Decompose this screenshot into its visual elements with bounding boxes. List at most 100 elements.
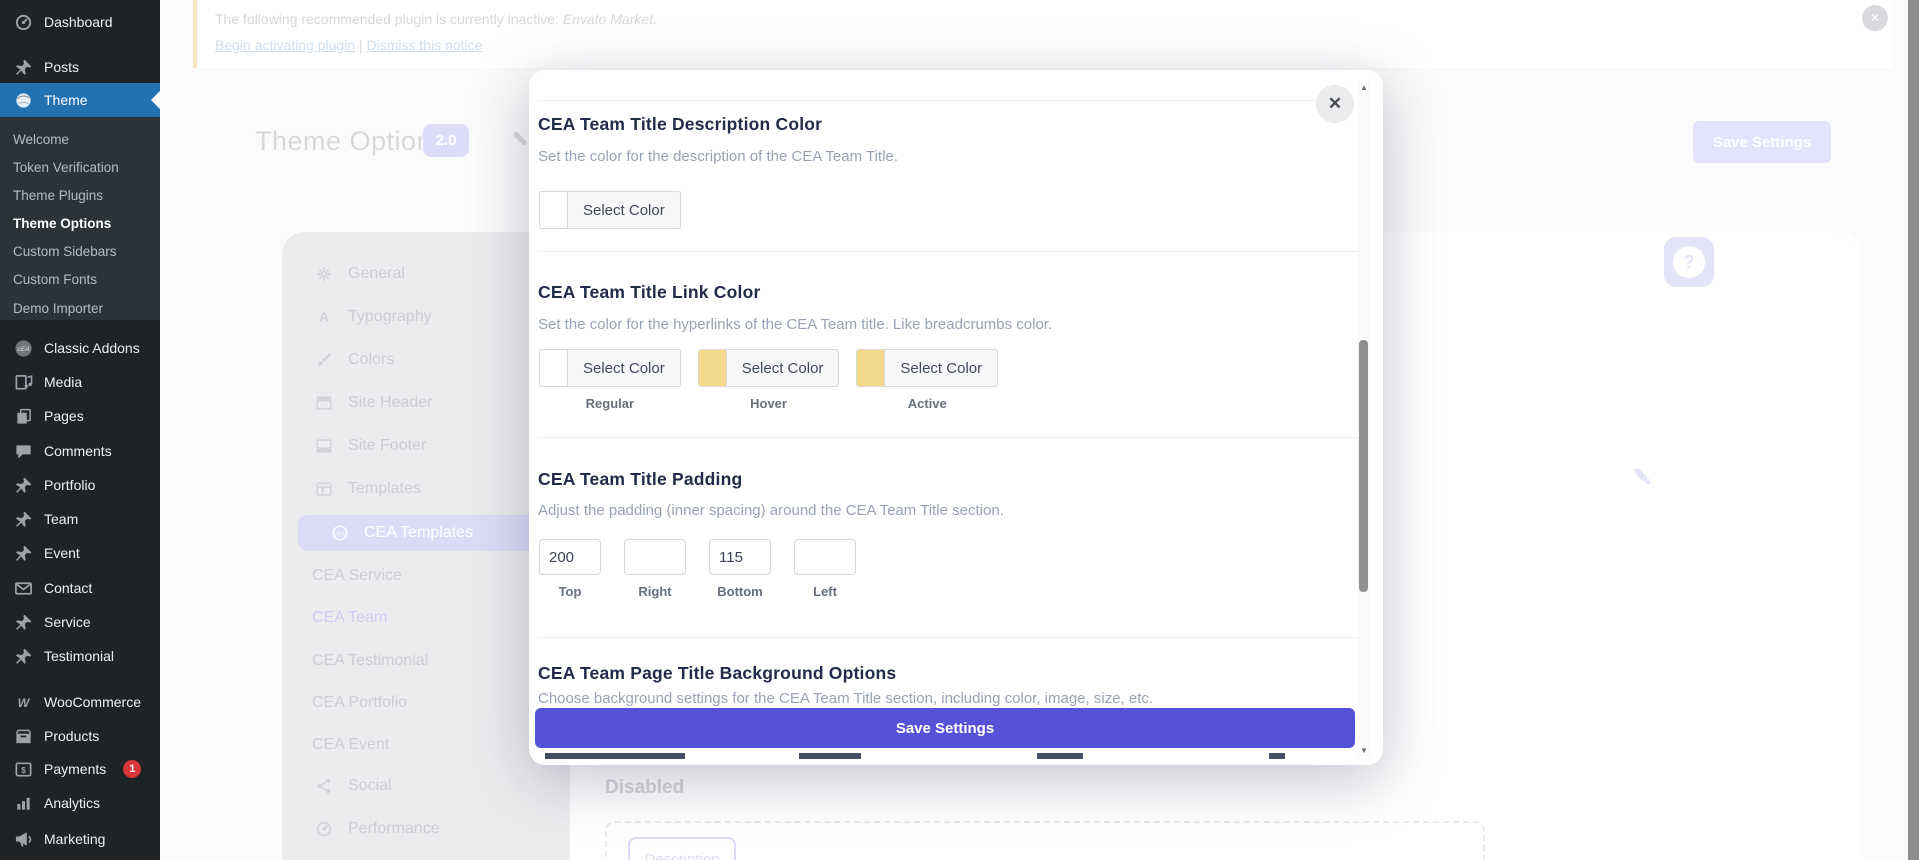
padding-side-caption: Right — [638, 584, 672, 599]
color-state-caption: Hover — [750, 396, 787, 411]
sidebar-item-label: Payments — [44, 761, 107, 777]
submenu-item-token-verification[interactable]: Token Verification — [0, 154, 160, 182]
sidebar-item-label: Portfolio — [44, 477, 96, 493]
sidebar-item-label: Service — [44, 614, 91, 630]
sidebar-item-products[interactable]: Products — [0, 719, 160, 753]
sidebar-item-pages[interactable]: Pages — [0, 399, 160, 433]
sidebar-item-media[interactable]: Media — [0, 365, 160, 399]
color-swatch — [540, 192, 568, 228]
modal-header-divider — [537, 100, 1316, 101]
clipped-content-fragment — [799, 753, 861, 759]
sidebar-item-classic-addons[interactable]: cEA Classic Addons — [0, 331, 160, 365]
section-divider — [537, 437, 1358, 438]
sidebar-item-label: Event — [44, 545, 80, 561]
svg-text:cEA: cEA — [17, 346, 30, 353]
submenu-item-demo-importer[interactable]: Demo Importer — [0, 295, 160, 323]
section-description: Adjust the padding (inner spacing) aroun… — [538, 502, 1004, 519]
sidebar-item-service[interactable]: Service — [0, 605, 160, 639]
sidebar-item-contact[interactable]: Contact — [0, 571, 160, 605]
pages-icon — [14, 407, 33, 426]
products-icon — [14, 727, 33, 746]
pushpin-icon — [14, 58, 33, 77]
cea-team-settings-modal: ✕ CEA Team Title Description Color Set t… — [529, 70, 1383, 765]
color-swatch — [698, 350, 727, 386]
section-title: CEA Team Page Title Background Options — [538, 663, 897, 683]
sidebar-item-dashboard[interactable]: Dashboard — [0, 5, 160, 39]
sidebar-item-label: WooCommerce — [44, 694, 141, 710]
select-color-button-active[interactable]: Select Color — [856, 349, 999, 387]
svg-text:$: $ — [21, 764, 26, 774]
pushpin-icon — [14, 613, 33, 632]
sidebar-item-analytics[interactable]: Analytics — [0, 786, 160, 820]
modal-close-button[interactable]: ✕ — [1316, 85, 1354, 123]
submenu-item-custom-fonts[interactable]: Custom Fonts — [0, 266, 160, 294]
submenu-item-theme-plugins[interactable]: Theme Plugins — [0, 182, 160, 210]
color-swatch — [857, 350, 886, 386]
megaphone-icon — [14, 830, 33, 849]
sidebar-item-label: Classic Addons — [44, 340, 140, 356]
pushpin-icon — [14, 476, 33, 495]
select-color-button-hover[interactable]: Select Color — [697, 349, 840, 387]
padding-top-input[interactable] — [539, 539, 601, 575]
browser-scrollbar[interactable] — [1908, 0, 1919, 860]
padding-left-input[interactable] — [794, 539, 856, 575]
padding-right-input[interactable] — [624, 539, 686, 575]
close-icon: ✕ — [1327, 94, 1343, 113]
sidebar-item-woocommerce[interactable]: W WooCommerce — [0, 685, 160, 719]
woocommerce-icon: W — [14, 693, 33, 712]
select-color-button-regular[interactable]: Select Color — [539, 349, 681, 387]
section-title: CEA Team Title Link Color — [538, 282, 761, 302]
sidebar-item-payments[interactable]: $ Payments 1 — [0, 752, 160, 786]
color-swatch — [540, 350, 568, 386]
clipped-content-fragment — [1269, 753, 1285, 759]
wp-admin-sidebar: Dashboard Posts Theme Welcome Token Veri… — [0, 0, 160, 860]
submenu-item-theme-options[interactable]: Theme Options — [0, 210, 160, 238]
submenu-item-welcome[interactable]: Welcome — [0, 126, 160, 154]
select-color-label: Select Color — [741, 359, 824, 377]
sidebar-item-label: Theme — [44, 92, 88, 108]
save-settings-button[interactable]: Save Settings — [535, 708, 1355, 748]
sidebar-item-comments[interactable]: Comments — [0, 434, 160, 468]
sidebar-item-team[interactable]: Team — [0, 502, 160, 536]
select-color-label: Select Color — [583, 201, 665, 219]
sidebar-item-marketing[interactable]: Marketing — [0, 822, 160, 856]
sidebar-item-label: Marketing — [44, 831, 106, 847]
media-icon — [14, 373, 33, 392]
color-state-caption: Regular — [585, 396, 635, 411]
sidebar-item-posts[interactable]: Posts — [0, 50, 160, 84]
section-description: Set the color for the description of the… — [538, 148, 898, 165]
sidebar-item-label: Dashboard — [44, 14, 113, 30]
comment-icon — [14, 442, 33, 461]
scroll-up-arrow[interactable]: ▲ — [1358, 83, 1370, 92]
payments-count-badge: 1 — [123, 760, 142, 778]
svg-text:W: W — [18, 695, 31, 709]
clipped-content-fragment — [1037, 753, 1083, 759]
dashboard-icon — [14, 13, 33, 32]
sidebar-item-testimonial[interactable]: Testimonial — [0, 639, 160, 673]
select-color-label: Select Color — [583, 359, 665, 377]
submenu-item-custom-sidebars[interactable]: Custom Sidebars — [0, 238, 160, 266]
classic-addons-icon: cEA — [14, 339, 33, 358]
sidebar-item-label: Products — [44, 728, 100, 744]
modal-scrollbar[interactable]: ▲ ▼ — [1358, 82, 1370, 756]
section-divider — [537, 251, 1358, 252]
sidebar-item-label: Media — [44, 374, 83, 390]
section-title: CEA Team Title Padding — [538, 469, 743, 489]
sidebar-item-label: Analytics — [44, 795, 101, 811]
section-title: CEA Team Title Description Color — [538, 114, 823, 134]
padding-side-caption: Left — [813, 584, 837, 599]
padding-bottom-input[interactable] — [709, 539, 771, 575]
sidebar-item-portfolio[interactable]: Portfolio — [0, 468, 160, 502]
scroll-down-arrow[interactable]: ▼ — [1358, 746, 1370, 755]
payments-icon: $ — [14, 760, 33, 779]
sidebar-item-label: Contact — [44, 580, 93, 596]
pushpin-icon — [14, 647, 33, 666]
sidebar-item-theme[interactable]: Theme — [0, 83, 160, 117]
select-color-button[interactable]: Select Color — [539, 191, 681, 229]
analytics-icon — [14, 794, 33, 813]
select-color-label: Select Color — [900, 359, 983, 377]
sidebar-item-label: Pages — [44, 408, 84, 424]
scrollbar-thumb[interactable] — [1359, 340, 1368, 592]
sidebar-item-event[interactable]: Event — [0, 536, 160, 570]
pushpin-icon — [14, 544, 33, 563]
